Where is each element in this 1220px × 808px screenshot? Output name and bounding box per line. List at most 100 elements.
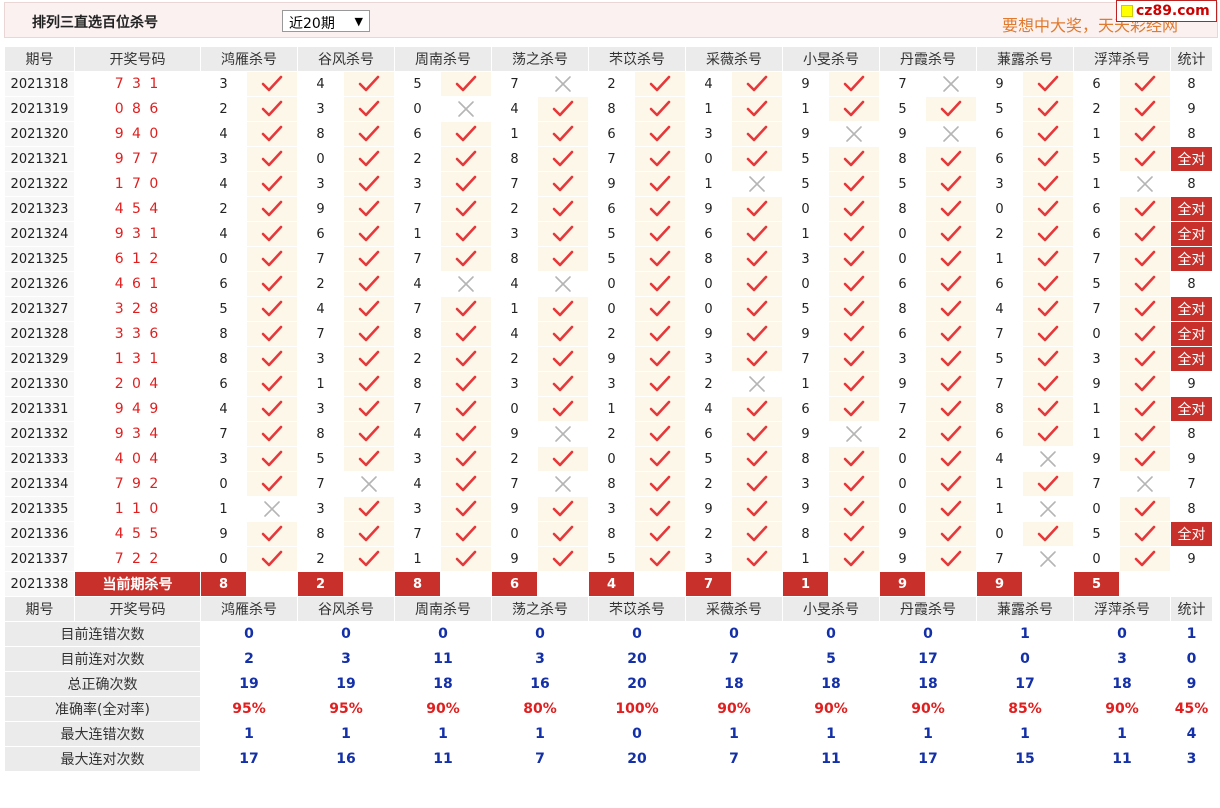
result-cell — [537, 121, 589, 147]
summary-value: 16 — [491, 671, 589, 697]
result-cell — [1022, 371, 1074, 397]
kill-number-cell: 0 — [1073, 321, 1120, 347]
summary-value: 1 — [200, 721, 298, 747]
result-cell — [537, 371, 589, 397]
result-cell — [1119, 471, 1171, 497]
result-cell — [1022, 71, 1074, 97]
check-icon — [843, 250, 865, 267]
table-row: 2021322 1 7 04 3 3 7 9 1 5 5 3 1 8 — [4, 171, 1213, 197]
kill-number-cell: 1 — [297, 371, 344, 397]
kill-number-cell: 6 — [200, 371, 247, 397]
check-icon — [746, 100, 768, 117]
result-cell — [246, 296, 298, 322]
check-icon — [940, 200, 962, 217]
col-header-expert: 荡之杀号 — [491, 46, 589, 72]
kill-number-cell: 2 — [297, 546, 344, 572]
check-icon — [1134, 150, 1156, 167]
result-cell — [1119, 121, 1171, 147]
kill-number-cell: 0 — [782, 196, 829, 222]
result-cell — [731, 196, 783, 222]
result-cell — [828, 421, 880, 447]
result-cell — [828, 496, 880, 522]
result-cell — [828, 71, 880, 97]
result-cell — [1119, 71, 1171, 97]
check-icon — [455, 325, 477, 342]
kill-number-cell: 1 — [976, 246, 1023, 272]
kill-number-cell: 1 — [782, 546, 829, 572]
result-cell — [1119, 321, 1171, 347]
result-cell — [440, 496, 492, 522]
kill-number-cell: 0 — [491, 521, 538, 547]
result-cell — [634, 346, 686, 372]
stat-cell: 9 — [1170, 546, 1213, 572]
kill-number-cell: 3 — [297, 496, 344, 522]
kill-number-cell: 7 — [879, 71, 926, 97]
kill-number-cell: 4 — [976, 446, 1023, 472]
result-cell — [925, 546, 977, 572]
check-icon — [1134, 275, 1156, 292]
result-cell — [246, 71, 298, 97]
summary-value: 1 — [685, 721, 783, 747]
check-icon — [843, 300, 865, 317]
check-icon — [1134, 350, 1156, 367]
current-kill-number: 8 — [394, 571, 441, 597]
result-cell — [828, 321, 880, 347]
result-cell — [1119, 371, 1171, 397]
check-icon — [1037, 425, 1059, 442]
check-icon — [649, 75, 671, 92]
result-cell — [828, 346, 880, 372]
result-cell — [1119, 396, 1171, 422]
check-icon — [940, 400, 962, 417]
cross-icon — [264, 501, 280, 517]
result-cell — [537, 521, 589, 547]
col-header-expert: 丹霞杀号 — [879, 46, 977, 72]
check-icon — [649, 225, 671, 242]
current-kill-number: 9 — [976, 571, 1023, 597]
check-icon — [358, 275, 380, 292]
check-icon — [940, 550, 962, 567]
kill-number-cell: 5 — [200, 296, 247, 322]
draw-number-cell: 9 7 7 — [74, 146, 201, 172]
kill-number-cell: 2 — [394, 346, 441, 372]
check-icon — [843, 375, 865, 392]
check-icon — [455, 225, 477, 242]
col-header-expert: 谷风杀号 — [297, 46, 395, 72]
kill-number-cell: 4 — [491, 96, 538, 122]
kill-number-cell: 7 — [976, 371, 1023, 397]
kill-number-cell: 1 — [685, 171, 732, 197]
result-cell — [731, 96, 783, 122]
kill-number-cell: 5 — [879, 171, 926, 197]
result-cell — [1022, 146, 1074, 172]
kill-number-cell: 7 — [200, 421, 247, 447]
result-cell — [246, 521, 298, 547]
kill-number-cell: 7 — [491, 171, 538, 197]
check-icon — [455, 250, 477, 267]
issue-cell: 2021324 — [4, 221, 75, 247]
draw-number-cell: 1 7 0 — [74, 171, 201, 197]
kill-number-cell: 0 — [976, 521, 1023, 547]
result-cell — [731, 396, 783, 422]
kill-number-cell: 6 — [1073, 196, 1120, 222]
draw-number-cell: 7 2 2 — [74, 546, 201, 572]
cross-icon — [361, 476, 377, 492]
check-icon — [649, 100, 671, 117]
draw-number-cell: 4 0 4 — [74, 446, 201, 472]
check-icon — [843, 225, 865, 242]
result-cell — [634, 121, 686, 147]
kill-number-cell: 4 — [976, 296, 1023, 322]
check-icon — [649, 150, 671, 167]
period-select[interactable]: 近20期 ▼ — [282, 10, 370, 32]
issue-cell: 2021328 — [4, 321, 75, 347]
result-cell — [537, 471, 589, 497]
kill-number-cell: 8 — [297, 521, 344, 547]
check-icon — [455, 425, 477, 442]
kill-number-cell: 2 — [976, 221, 1023, 247]
result-cell — [731, 346, 783, 372]
result-cell — [1119, 246, 1171, 272]
cross-icon — [1137, 476, 1153, 492]
site-logo[interactable]: cz89.com — [1116, 0, 1217, 22]
table-row: 2021323 4 5 4 2 9 7 2 6 9 0 8 0 6 全对 — [4, 196, 1213, 222]
kill-number-cell: 8 — [588, 471, 635, 497]
result-cell — [537, 246, 589, 272]
kill-number-cell: 8 — [200, 346, 247, 372]
